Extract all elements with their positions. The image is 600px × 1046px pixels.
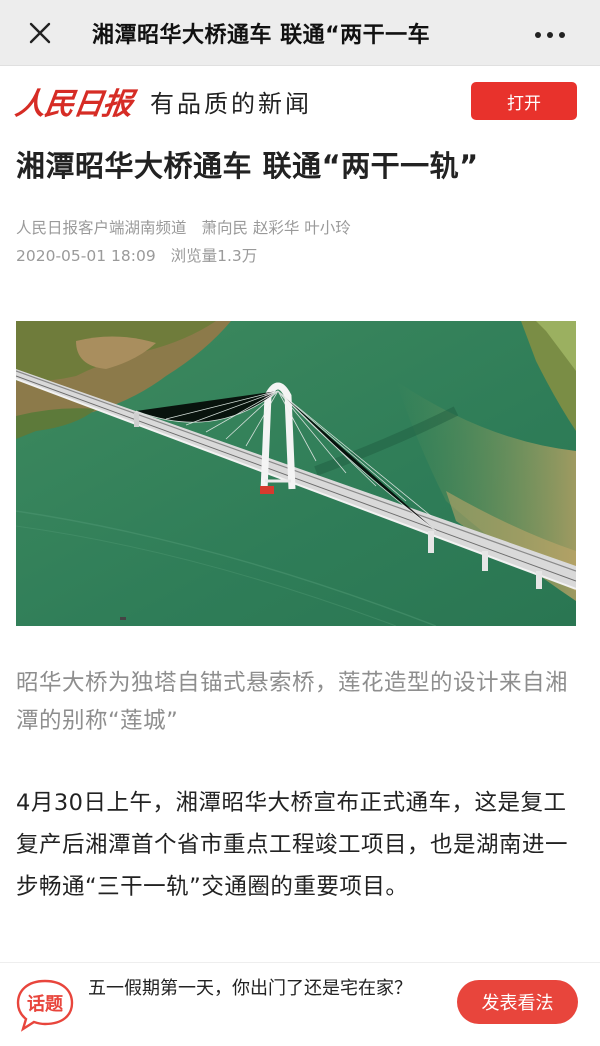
article-datetime: 2020-05-01 18:09: [16, 247, 156, 265]
open-app-button[interactable]: 打开: [471, 82, 577, 120]
article-paragraph: 4月30日上午，湘潭昭华大桥宣布正式通车，这是复工复产后湘潭首个省市重点工程竣工…: [16, 790, 569, 900]
bridge-photo[interactable]: [16, 321, 576, 626]
page-title: 湘潭昭华大桥通车 联通“两干一车: [92, 22, 431, 48]
close-icon: [29, 22, 51, 43]
topic-bar: 话题 五一假期第一天，你出门了还是宅在家？ 发表看法: [0, 962, 600, 1046]
more-button[interactable]: [500, 0, 600, 66]
topic-question[interactable]: 五一假期第一天，你出门了还是宅在家？: [88, 975, 444, 1003]
brand-bar: 人民日报 有品质的新闻 打开: [0, 66, 600, 136]
article-meta-line: 2020-05-01 18:09 浏览量1.3万: [16, 244, 586, 266]
people-daily-logo: 人民日报: [13, 87, 134, 122]
close-button[interactable]: [0, 0, 80, 66]
article-source: 人民日报客户端湖南频道: [16, 219, 187, 237]
topic-icon-label: 话题: [27, 993, 64, 1015]
photo-caption: 昭华大桥为独塔自锚式悬索桥，莲花造型的设计来自湘潭的别称“莲城”: [16, 670, 569, 734]
article-authors: 萧向民 赵彩华 叶小玲: [201, 219, 351, 237]
article-views: 浏览量1.3万: [170, 247, 258, 265]
article-headline: 湘潭昭华大桥通车 联通“两干一轨”: [16, 149, 479, 183]
post-opinion-button[interactable]: 发表看法: [457, 980, 578, 1024]
top-nav-bar: 湘潭昭华大桥通车 联通“两干一车: [0, 0, 600, 66]
article-source-line: 人民日报客户端湖南频道 萧向民 赵彩华 叶小玲: [16, 216, 586, 238]
topic-icon: 话题: [14, 977, 76, 1033]
brand-slogan: 有品质的新闻: [150, 89, 312, 118]
more-dots-icon: [532, 23, 568, 42]
